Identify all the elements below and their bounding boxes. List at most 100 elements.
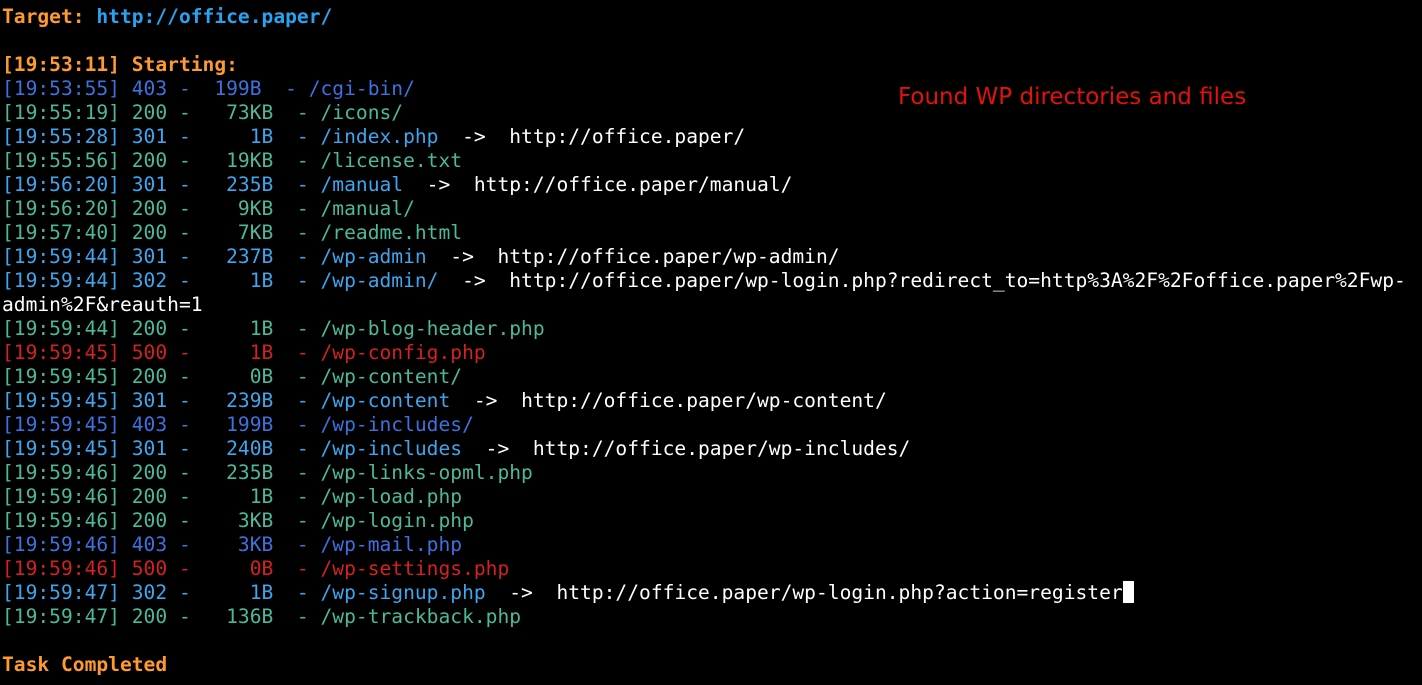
result-time: [19:59:46] bbox=[2, 509, 120, 532]
result-entry: [19:59:46] 200 - 235B - /wp-links-opml.p… bbox=[2, 461, 533, 484]
result-status: 302 bbox=[131, 581, 168, 604]
redirect-arrow: -> bbox=[485, 581, 557, 604]
result-status: 403 bbox=[131, 413, 168, 436]
result-entry: [19:55:28] 301 - 1B - /index.php bbox=[2, 125, 439, 148]
result-time: [19:59:45] bbox=[2, 341, 120, 364]
result-status: 200 bbox=[131, 197, 168, 220]
result-status: 301 bbox=[131, 245, 168, 268]
result-size: 237B bbox=[202, 245, 274, 268]
redirect-url: http://office.paper/wp-admin/ bbox=[497, 245, 840, 268]
redirect-arrow: -> bbox=[450, 389, 522, 412]
result-entry: [19:53:55] 403 - 199B - /cgi-bin/ bbox=[2, 77, 415, 100]
result-path: /wp-includes bbox=[320, 437, 463, 460]
result-size: 1B bbox=[202, 341, 274, 364]
result-status: 301 bbox=[131, 125, 168, 148]
result-time: [19:59:47] bbox=[2, 605, 120, 628]
result-path: /wp-login.php bbox=[320, 509, 474, 532]
result-time: [19:59:45] bbox=[2, 437, 120, 460]
result-time: [19:56:20] bbox=[2, 197, 120, 220]
redirect-url: http://office.paper/wp-includes/ bbox=[532, 437, 911, 460]
result-line: [19:59:44] 200 - 1B - /wp-blog-header.ph… bbox=[2, 317, 1422, 341]
redirect-url: http://office.paper/wp-login.php?action=… bbox=[556, 581, 1123, 604]
result-entry: [19:59:46] 500 - 0B - /wp-settings.php bbox=[2, 557, 510, 580]
result-path: /wp-admin bbox=[320, 245, 427, 268]
result-entry: [19:59:47] 200 - 136B - /wp-trackback.ph… bbox=[2, 605, 522, 628]
result-path: /wp-mail.php bbox=[320, 533, 463, 556]
result-entry: [19:59:45] 500 - 1B - /wp-config.php bbox=[2, 341, 486, 364]
result-line: [19:55:56] 200 - 19KB - /license.txt bbox=[2, 149, 1422, 173]
result-line: [19:59:44] 301 - 237B - /wp-admin -> htt… bbox=[2, 245, 1422, 269]
result-size: 19KB bbox=[202, 149, 274, 172]
redirect-arrow: -> bbox=[438, 269, 510, 292]
result-time: [19:59:46] bbox=[2, 461, 120, 484]
result-time: [19:55:28] bbox=[2, 125, 120, 148]
redirect-url-continuation: admin%2F&reauth=1 bbox=[2, 293, 203, 316]
result-time: [19:59:45] bbox=[2, 389, 120, 412]
result-entry: [19:59:46] 200 - 3KB - /wp-login.php bbox=[2, 509, 474, 532]
result-entry: [19:59:44] 301 - 237B - /wp-admin bbox=[2, 245, 427, 268]
result-status: 200 bbox=[131, 101, 168, 124]
result-path: /readme.html bbox=[320, 221, 463, 244]
result-status: 403 bbox=[131, 533, 168, 556]
result-size: 3KB bbox=[202, 533, 274, 556]
result-size: 0B bbox=[202, 365, 274, 388]
result-line: [19:59:44] 302 - 1B - /wp-admin/ -> http… bbox=[2, 269, 1422, 293]
starting-line: [19:53:11] Starting: bbox=[2, 53, 238, 76]
result-time: [19:55:19] bbox=[2, 101, 120, 124]
result-line: [19:59:47] 200 - 136B - /wp-trackback.ph… bbox=[2, 605, 1422, 629]
result-status: 500 bbox=[131, 341, 168, 364]
result-path: /wp-load.php bbox=[320, 485, 463, 508]
result-entry: [19:59:45] 301 - 239B - /wp-content bbox=[2, 389, 451, 412]
target-url: http://office.paper/ bbox=[96, 5, 333, 28]
result-status: 200 bbox=[131, 485, 168, 508]
task-completed-line: Task Completed bbox=[2, 653, 168, 676]
result-line: [19:59:46] 200 - 1B - /wp-load.php bbox=[2, 485, 1422, 509]
result-size: 3KB bbox=[202, 509, 274, 532]
result-size: 1B bbox=[202, 485, 274, 508]
result-line: [19:59:47] 302 - 1B - /wp-signup.php -> … bbox=[2, 581, 1422, 605]
scan-results: [19:53:55] 403 - 199B - /cgi-bin/[19:55:… bbox=[2, 77, 1422, 629]
result-size: 1B bbox=[202, 317, 274, 340]
result-size: 235B bbox=[202, 461, 274, 484]
redirect-arrow: -> bbox=[438, 125, 510, 148]
result-line: [19:59:46] 200 - 235B - /wp-links-opml.p… bbox=[2, 461, 1422, 485]
result-line: [19:57:40] 200 - 7KB - /readme.html bbox=[2, 221, 1422, 245]
result-path: /wp-blog-header.php bbox=[320, 317, 545, 340]
result-size: 240B bbox=[202, 437, 274, 460]
result-time: [19:59:44] bbox=[2, 317, 120, 340]
result-entry: [19:55:56] 200 - 19KB - /license.txt bbox=[2, 149, 463, 172]
result-path: /wp-admin/ bbox=[320, 269, 439, 292]
result-line: [19:59:46] 500 - 0B - /wp-settings.php bbox=[2, 557, 1422, 581]
result-line: [19:59:45] 301 - 240B - /wp-includes -> … bbox=[2, 437, 1422, 461]
result-size: 1B bbox=[202, 581, 274, 604]
result-status: 200 bbox=[131, 149, 168, 172]
result-path: /wp-signup.php bbox=[320, 581, 486, 604]
result-entry: [19:59:46] 403 - 3KB - /wp-mail.php bbox=[2, 533, 463, 556]
result-entry: [19:57:40] 200 - 7KB - /readme.html bbox=[2, 221, 463, 244]
result-time: [19:59:46] bbox=[2, 485, 120, 508]
redirect-url: http://office.paper/manual/ bbox=[473, 173, 793, 196]
result-time: [19:59:45] bbox=[2, 365, 120, 388]
result-time: [19:53:55] bbox=[2, 77, 120, 100]
target-line: Target: http://office.paper/ bbox=[2, 5, 1422, 29]
result-time: [19:59:46] bbox=[2, 533, 120, 556]
result-entry: [19:56:20] 200 - 9KB - /manual/ bbox=[2, 197, 415, 220]
result-path: /wp-settings.php bbox=[320, 557, 510, 580]
result-status: 403 bbox=[131, 77, 168, 100]
result-status: 302 bbox=[131, 269, 168, 292]
result-entry: [19:59:44] 302 - 1B - /wp-admin/ bbox=[2, 269, 439, 292]
result-line: [19:55:28] 301 - 1B - /index.php -> http… bbox=[2, 125, 1422, 149]
result-path: /wp-config.php bbox=[320, 341, 486, 364]
result-line: [19:56:20] 301 - 235B - /manual -> http:… bbox=[2, 173, 1422, 197]
result-line: [19:59:45] 403 - 199B - /wp-includes/ bbox=[2, 413, 1422, 437]
result-time: [19:59:44] bbox=[2, 245, 120, 268]
result-entry: [19:59:46] 200 - 1B - /wp-load.php bbox=[2, 485, 463, 508]
redirect-url: http://office.paper/wp-content/ bbox=[521, 389, 887, 412]
result-status: 301 bbox=[131, 437, 168, 460]
result-path: /icons/ bbox=[320, 101, 404, 124]
result-line: [19:59:45] 200 - 0B - /wp-content/ bbox=[2, 365, 1422, 389]
result-line: [19:56:20] 200 - 9KB - /manual/ bbox=[2, 197, 1422, 221]
result-size: 0B bbox=[202, 557, 274, 580]
